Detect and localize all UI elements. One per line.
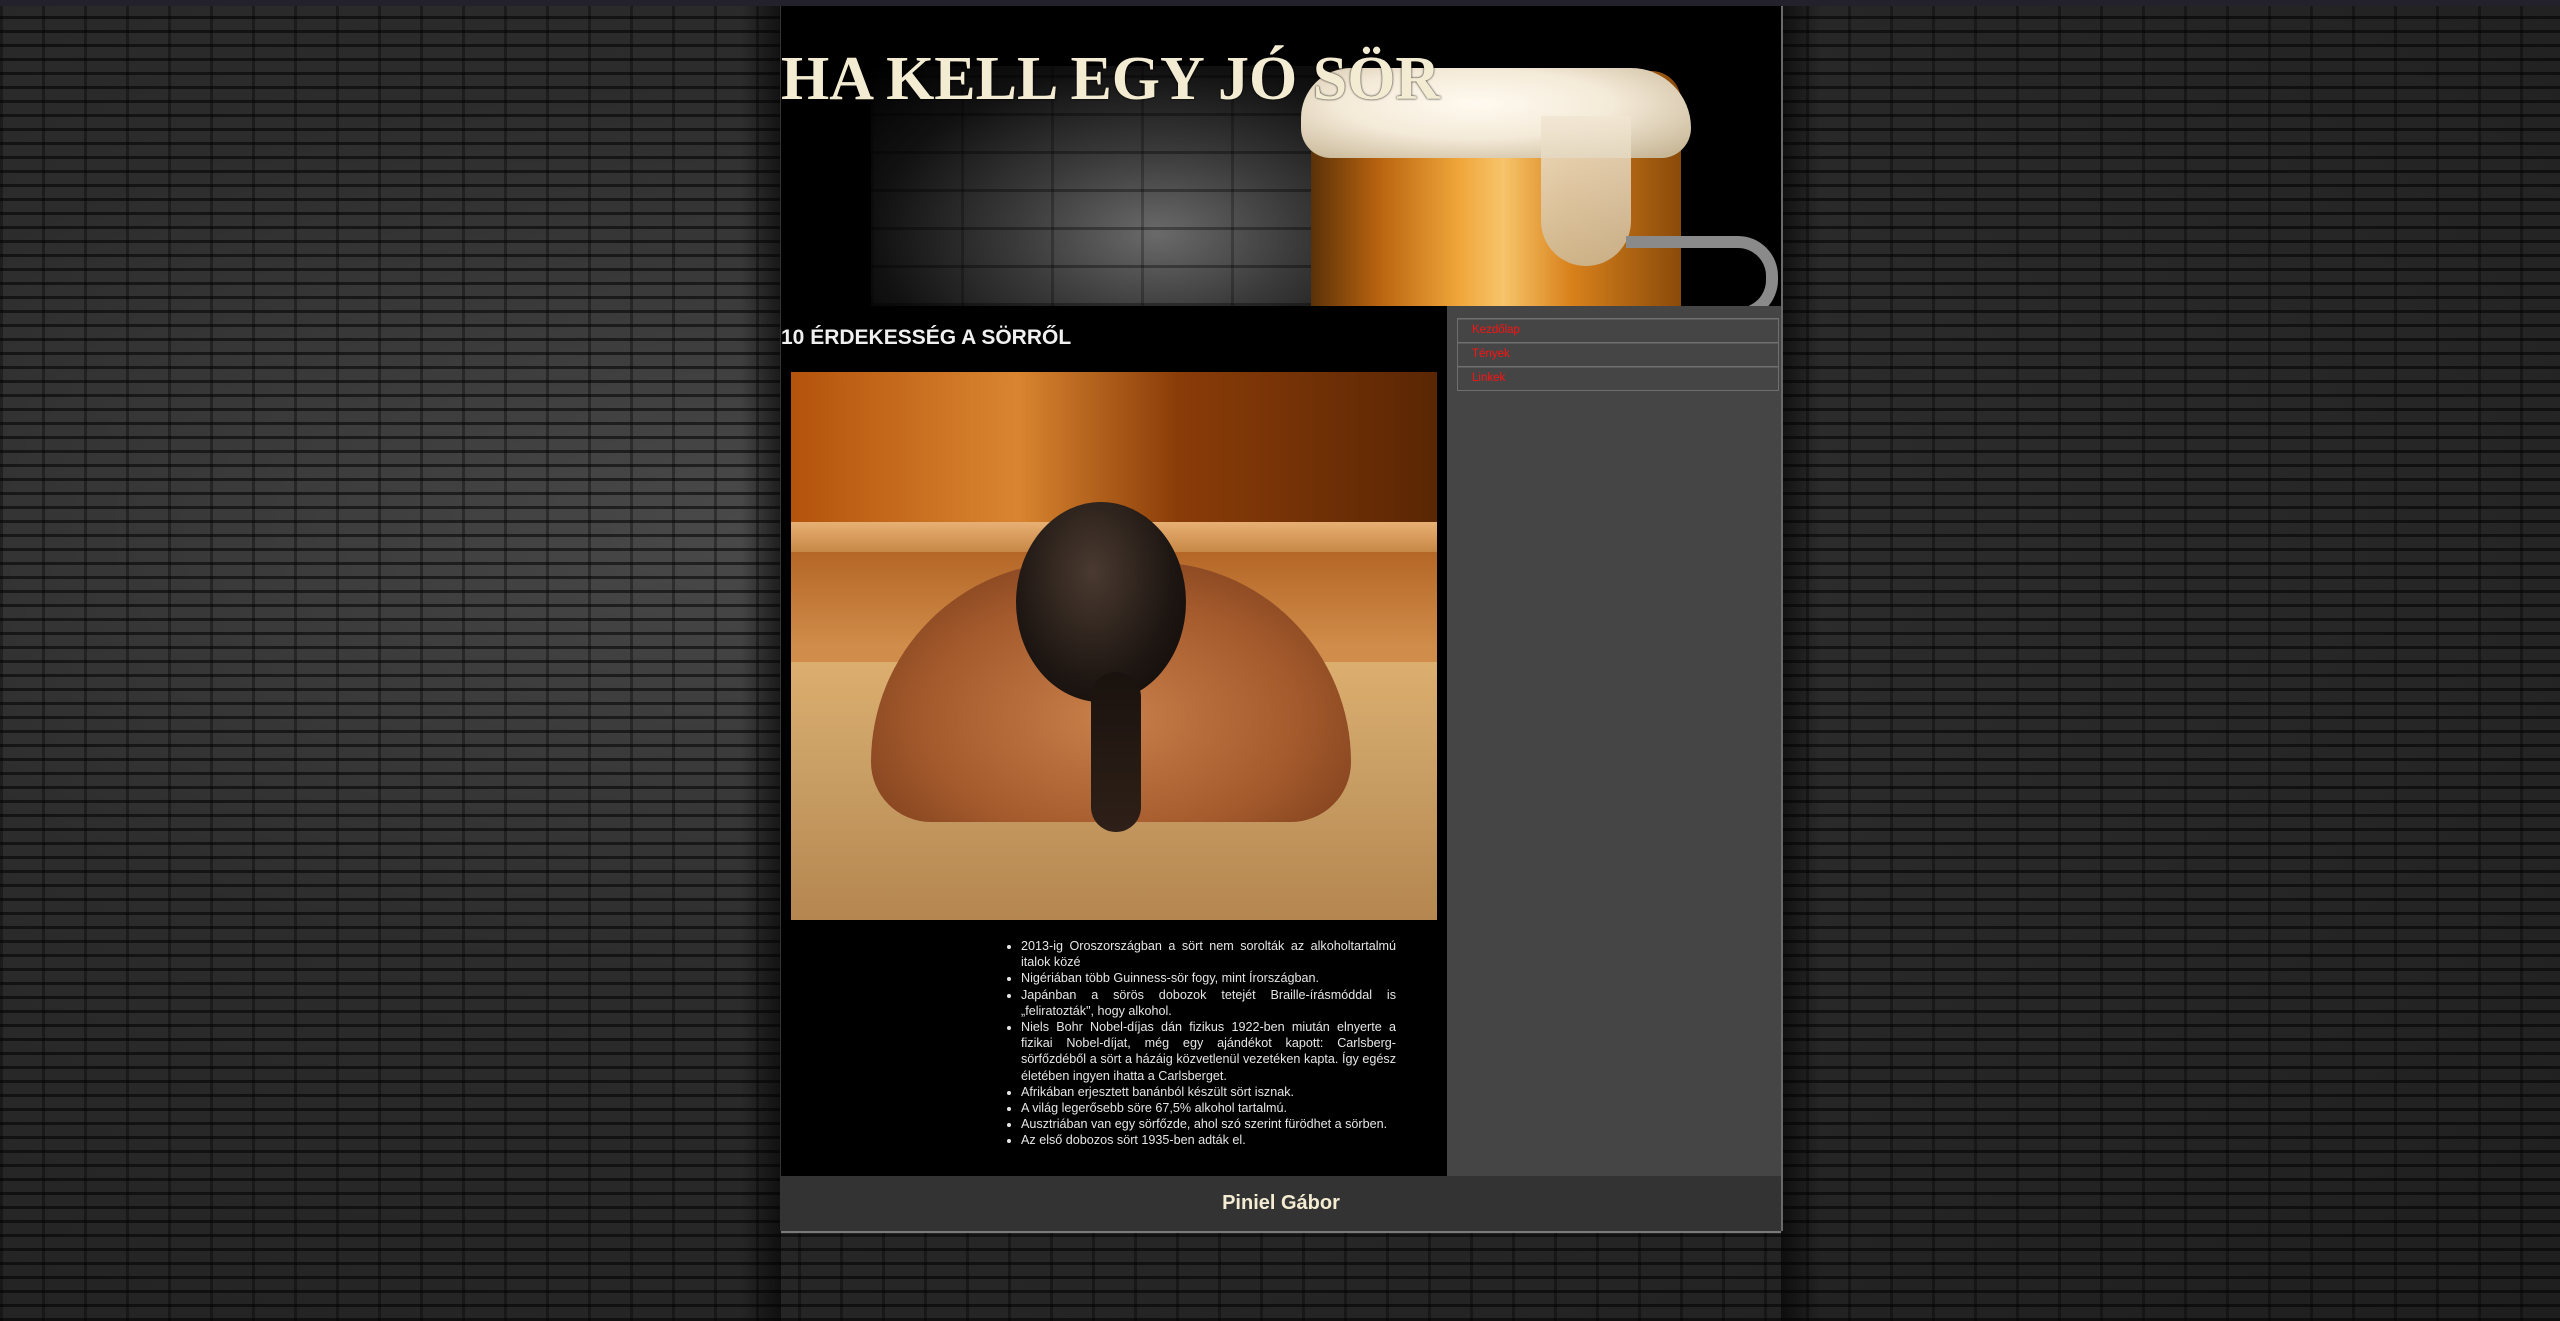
sidebar-menu: Kezdőlap Tények Linkek [1457,318,1779,391]
list-item: A világ legerősebb söre 67,5% alkohol ta… [1021,1100,1396,1116]
beer-foam-drip [1541,116,1631,266]
sidebar-item-links[interactable]: Linkek [1457,366,1779,391]
sidebar-link-facts[interactable]: Tények [1458,343,1778,366]
photo-woman-hair [1091,672,1141,832]
page-container: HA KELL EGY JÓ SÖR 10 ÉRDEKESSÉG A SÖRRŐ… [780,6,1783,1233]
footer-author: Piniel Gábor [1222,1192,1340,1214]
sidebar-link-home[interactable]: Kezdőlap [1458,319,1778,342]
list-item: Az első dobozos sört 1935-ben adták el. [1021,1132,1396,1148]
sidebar: Kezdőlap Tények Linkek [1447,306,1781,1176]
photo-woman-head [1016,502,1186,702]
sidebar-item-facts[interactable]: Tények [1457,342,1779,366]
beer-bath-photo [791,372,1437,920]
site-title: HA KELL EGY JÓ SÖR [781,45,1441,113]
footer: Piniel Gábor [781,1176,1781,1233]
beer-mug-handle [1626,236,1778,306]
page-title: 10 ÉRDEKESSÉG A SÖRRŐL [781,326,1072,349]
sidebar-item-home[interactable]: Kezdőlap [1457,318,1779,342]
page-shadow-right [1781,6,1821,1321]
list-item: 2013-ig Oroszországban a sört nem sorolt… [1021,938,1396,970]
facts-list: 2013-ig Oroszországban a sört nem sorolt… [1006,938,1396,1149]
list-item: Japánban a sörös dobozok tetejét Braille… [1021,987,1396,1019]
list-item: Ausztriában van egy sörfőzde, ahol szó s… [1021,1116,1396,1132]
page-shadow-left [741,6,781,1321]
sidebar-link-links[interactable]: Linkek [1458,367,1778,390]
list-item: Afrikában erjesztett banánból készült sö… [1021,1084,1396,1100]
main-content: 10 ÉRDEKESSÉG A SÖRRŐL 2013-ig Oroszorsz… [781,306,1447,1176]
header-banner: HA KELL EGY JÓ SÖR [781,6,1781,306]
list-item: Niels Bohr Nobel-díjas dán fizikus 1922-… [1021,1019,1396,1084]
photo-back-wall [791,372,1437,522]
list-item: Nigériában több Guinness-sör fogy, mint … [1021,970,1396,986]
